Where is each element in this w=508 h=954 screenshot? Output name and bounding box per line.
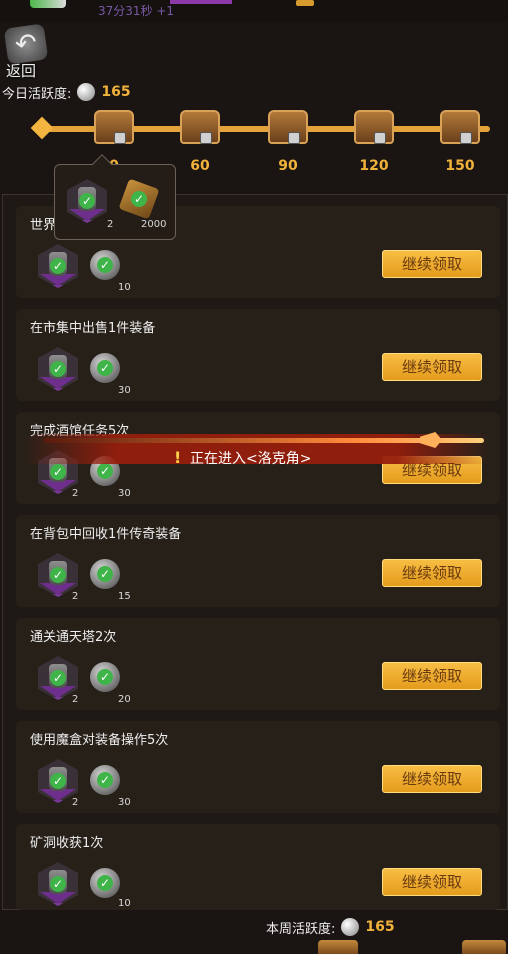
task-title: 通关通天塔2次 — [30, 630, 117, 645]
jar-reward-icon: ✓ — [38, 862, 78, 906]
milestone-chest-90[interactable]: 90 — [264, 104, 312, 174]
lock-icon — [200, 132, 212, 144]
coin-reward-icon: ✓ — [90, 250, 120, 280]
milestone-label: 150 — [445, 158, 475, 174]
lock-icon — [460, 132, 472, 144]
task-card: 在背包中回收1件传奇装备 ✓ 2 ✓ 15 继续领取 — [16, 515, 500, 607]
chest-icon — [180, 110, 220, 144]
chest-icon — [94, 110, 134, 144]
check-icon: ✓ — [97, 875, 113, 891]
task-title: 使用魔盒对装备操作5次 — [30, 733, 169, 748]
coin-reward-icon: ✓ — [90, 559, 120, 589]
banner-text: 正在进入<洛克角> — [190, 451, 312, 467]
timer-text: 37分31秒 +1 — [98, 4, 175, 18]
coin-reward-icon: ✓ — [90, 662, 120, 692]
milestone-chest-0[interactable]: 0 — [90, 104, 138, 174]
task-card: 矿洞收获1次 ✓ ✓ 10 继续领取 — [16, 824, 500, 910]
check-icon: ✓ — [50, 567, 66, 583]
milestone-label: 90 — [278, 158, 298, 174]
jar-reward-icon: ✓ — [38, 244, 78, 288]
check-icon: ✓ — [50, 773, 66, 789]
check-icon: ✓ — [131, 191, 147, 207]
milestone-chest-150[interactable]: 150 — [436, 104, 484, 174]
chest-icon — [354, 110, 394, 144]
milestone-chest-120[interactable]: 120 — [350, 104, 398, 174]
spear-icon — [44, 438, 484, 443]
milestone-progress: 0 60 90 120 150 — [30, 96, 504, 174]
jar-count: 2 — [72, 591, 79, 602]
check-icon: ✓ — [97, 360, 113, 376]
reward-tooltip: ✓ 2 ✓ 2000 — [54, 154, 176, 240]
top-strip — [0, 0, 508, 22]
milestone-chest-60[interactable]: 60 — [176, 104, 224, 174]
exclamation-icon: ! — [174, 448, 182, 467]
jar-icon: ✓ — [67, 179, 107, 223]
coin-reward-icon: ✓ — [90, 353, 120, 383]
task-card: 通关通天塔2次 ✓ 2 ✓ 20 继续领取 — [16, 618, 500, 710]
milestone-label: 120 — [359, 158, 389, 174]
progress-start-diamond — [30, 116, 54, 140]
task-title: 世界 — [30, 218, 57, 233]
task-title: 在市集中出售1件装备 — [30, 321, 156, 336]
claim-button[interactable]: 继续领取 — [382, 353, 482, 381]
back-button[interactable]: ↶ 返回 — [2, 23, 52, 80]
back-label: 返回 — [6, 62, 37, 80]
check-icon: ✓ — [97, 772, 113, 788]
coin-count: 10 — [118, 282, 131, 293]
week-chest-icon[interactable] — [462, 940, 506, 954]
chest-icon — [296, 0, 314, 6]
chest-icon — [440, 110, 480, 144]
lock-icon — [374, 132, 386, 144]
check-icon: ✓ — [50, 258, 66, 274]
exp-bar — [170, 0, 232, 4]
task-title: 矿洞收获1次 — [30, 836, 104, 851]
coin-count: 10 — [118, 898, 131, 909]
claim-button[interactable]: 继续领取 — [382, 868, 482, 896]
task-card: 在市集中出售1件装备 ✓ ✓ 30 继续领取 — [16, 309, 500, 401]
activity-coin-icon — [341, 918, 360, 936]
jar-reward-icon: ✓ — [38, 347, 78, 391]
week-activity: 本周活跃度: 165 — [266, 916, 395, 938]
claim-button[interactable]: 继续领取 — [382, 250, 482, 278]
item-icon — [30, 0, 66, 8]
claim-button[interactable]: 继续领取 — [382, 765, 482, 793]
coin-count: 15 — [118, 591, 131, 602]
crate-icon: ✓ — [118, 178, 160, 220]
coin-count: 30 — [118, 797, 131, 808]
entering-location-banner: ! 正在进入<洛克角> — [24, 428, 490, 468]
jar-count: 2 — [72, 797, 79, 808]
tooltip-crate-count: 2000 — [141, 219, 167, 230]
check-icon: ✓ — [97, 566, 113, 582]
back-arrow-icon: ↶ — [3, 23, 49, 65]
chest-icon — [268, 110, 308, 144]
claim-button[interactable]: 继续领取 — [382, 559, 482, 587]
coin-reward-icon: ✓ — [90, 868, 120, 898]
task-card: 使用魔盒对装备操作5次 ✓ 2 ✓ 30 继续领取 — [16, 721, 500, 813]
coin-count: 30 — [118, 488, 131, 499]
check-icon: ✓ — [79, 193, 95, 209]
lock-icon — [288, 132, 300, 144]
week-activity-label: 本周活跃度: — [266, 921, 336, 937]
check-icon: ✓ — [50, 876, 66, 892]
milestone-label: 60 — [190, 158, 210, 174]
coin-count: 30 — [118, 385, 131, 396]
task-title: 在背包中回收1件传奇装备 — [30, 527, 182, 542]
check-icon: ✓ — [97, 669, 113, 685]
coin-count: 20 — [118, 694, 131, 705]
jar-count: 2 — [72, 488, 79, 499]
week-chest-icon[interactable] — [318, 940, 358, 954]
check-icon: ✓ — [50, 670, 66, 686]
jar-count: 2 — [72, 694, 79, 705]
claim-button[interactable]: 继续领取 — [382, 662, 482, 690]
week-activity-value: 165 — [365, 919, 395, 935]
coin-reward-icon: ✓ — [90, 765, 120, 795]
tooltip-jar-count: 2 — [107, 219, 114, 230]
check-icon: ✓ — [97, 257, 113, 273]
check-icon: ✓ — [50, 361, 66, 377]
lock-icon — [114, 132, 126, 144]
